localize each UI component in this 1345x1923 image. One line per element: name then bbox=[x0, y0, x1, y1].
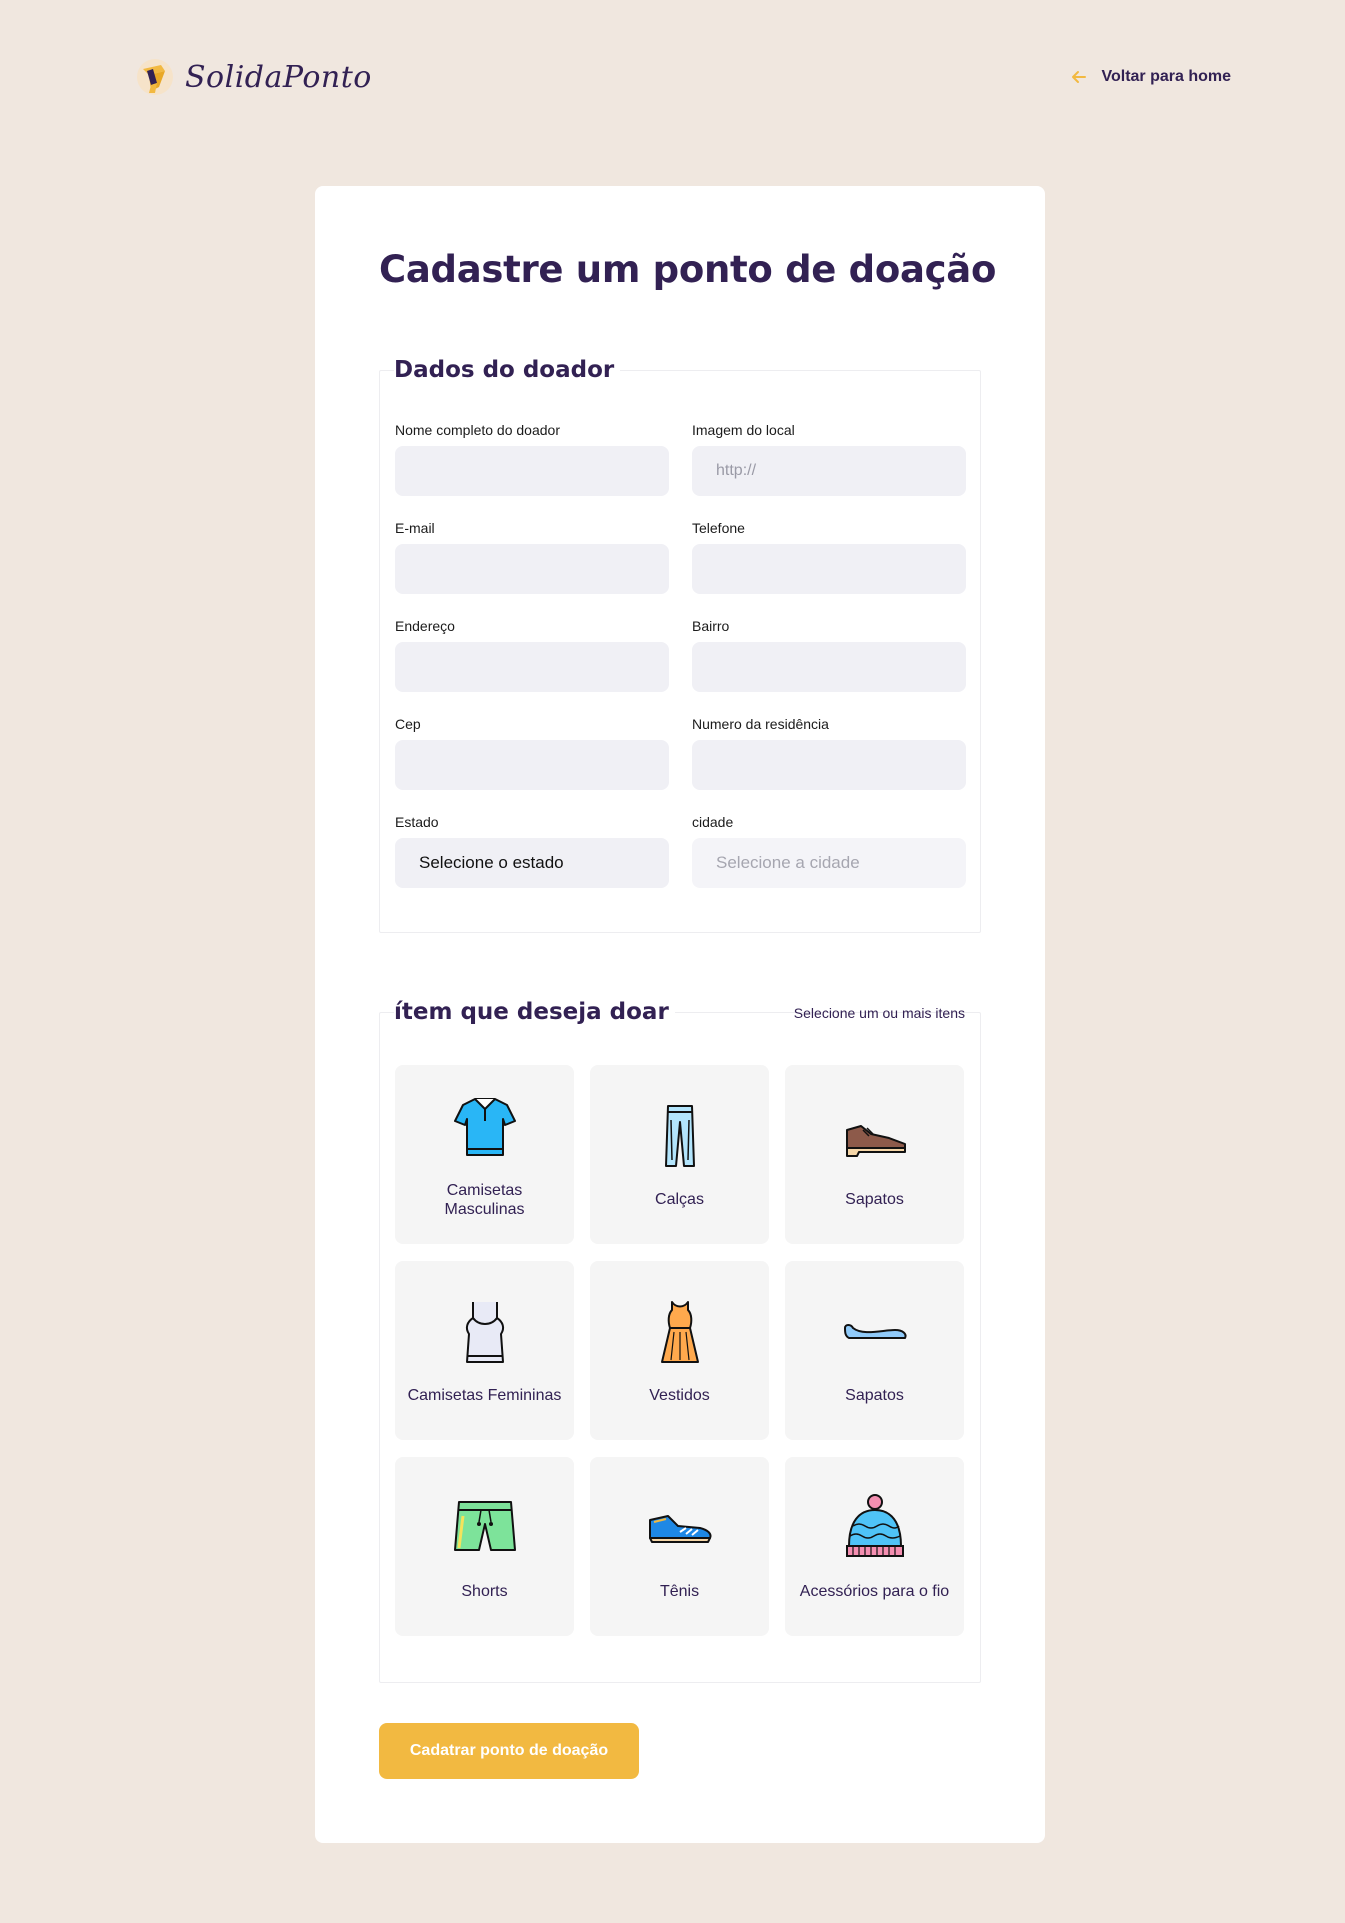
logo[interactable]: SolidaPonto bbox=[135, 57, 372, 97]
state-label: Estado bbox=[395, 814, 439, 830]
zip-input[interactable] bbox=[395, 740, 669, 790]
item-tile-knit-accessories[interactable]: Acessórios para o fio bbox=[785, 1457, 964, 1636]
beanie-icon bbox=[845, 1494, 904, 1557]
state-field-group: Estado Selecione o estado bbox=[395, 814, 669, 888]
item-label: Vestidos bbox=[649, 1387, 710, 1404]
email-field-group: E-mail bbox=[395, 520, 669, 594]
item-label: Acessórios para o fio bbox=[799, 1583, 950, 1600]
back-link-label: Voltar para home bbox=[1101, 68, 1231, 85]
house-number-input[interactable] bbox=[692, 740, 966, 790]
district-input[interactable] bbox=[692, 642, 966, 692]
item-tile-pants[interactable]: Calças bbox=[590, 1065, 769, 1244]
donation-items-section: ítem que deseja doar Selecione um ou mai… bbox=[379, 999, 981, 1683]
district-field-group: Bairro bbox=[692, 618, 966, 692]
zip-label: Cep bbox=[395, 716, 421, 732]
item-label: Camisetas Masculinas bbox=[444, 1181, 525, 1218]
address-input[interactable] bbox=[395, 642, 669, 692]
item-label: Sapatos bbox=[845, 1387, 904, 1404]
item-tile-flat-shoes[interactable]: Sapatos bbox=[785, 1261, 964, 1440]
item-tile-dresses[interactable]: Vestidos bbox=[590, 1261, 769, 1440]
image-url-input[interactable]: http:// bbox=[692, 446, 966, 496]
items-section-title: ítem que deseja doar bbox=[394, 999, 675, 1025]
arrow-left-icon bbox=[1072, 71, 1087, 83]
district-label: Bairro bbox=[692, 618, 730, 634]
items-hint: Selecione um ou mais itens bbox=[793, 1005, 965, 1021]
dress-shoe-icon bbox=[845, 1125, 906, 1157]
item-label: Camisetas Femininas bbox=[407, 1387, 562, 1404]
email-input[interactable] bbox=[395, 544, 669, 594]
items-grid: Camisetas Masculinas Calças Sapatos Cami… bbox=[395, 1065, 964, 1636]
item-tile-shoes[interactable]: Sapatos bbox=[785, 1065, 964, 1244]
tank-top-icon bbox=[465, 1302, 504, 1363]
city-field-group: cidade Selecione a cidade bbox=[692, 814, 966, 888]
image-label: Imagem do local bbox=[692, 422, 795, 438]
city-label: cidade bbox=[692, 814, 734, 830]
phone-label: Telefone bbox=[692, 520, 745, 536]
scarf-logo-icon bbox=[137, 59, 173, 95]
item-tile-women-shirts[interactable]: Camisetas Femininas bbox=[395, 1261, 574, 1440]
image-field-group: Imagem do local http:// bbox=[692, 422, 966, 496]
phone-field-group: Telefone bbox=[692, 520, 966, 594]
item-tile-sneakers[interactable]: Tênis bbox=[590, 1457, 769, 1636]
name-label: Nome completo do doador bbox=[395, 422, 560, 438]
flat-shoe-icon bbox=[843, 1324, 906, 1339]
item-tile-men-shirts[interactable]: Camisetas Masculinas bbox=[395, 1065, 574, 1244]
item-tile-shorts[interactable]: Shorts bbox=[395, 1457, 574, 1636]
item-label: Tênis bbox=[659, 1583, 700, 1600]
donor-section-title: Dados do doador bbox=[394, 357, 621, 383]
house-number-field-group: Numero da residência bbox=[692, 716, 966, 790]
house-number-label: Numero da residência bbox=[692, 716, 829, 732]
city-select[interactable]: Selecione a cidade bbox=[692, 838, 966, 888]
address-field-group: Endereço bbox=[395, 618, 669, 692]
polo-shirt-icon bbox=[453, 1097, 516, 1156]
page-title: Cadastre um ponto de doação bbox=[379, 248, 997, 291]
pants-icon bbox=[664, 1105, 695, 1167]
register-point-button[interactable]: Cadatrar ponto de doação bbox=[379, 1723, 639, 1779]
email-label: E-mail bbox=[395, 520, 435, 536]
state-select[interactable]: Selecione o estado bbox=[395, 838, 669, 888]
name-field-group: Nome completo do doador bbox=[395, 422, 669, 496]
donor-data-section: Dados do doador Nome completo do doador … bbox=[379, 357, 981, 933]
phone-input[interactable] bbox=[692, 544, 966, 594]
back-to-home-link[interactable]: Voltar para home bbox=[1069, 67, 1231, 87]
dress-icon bbox=[660, 1301, 699, 1363]
sneaker-icon bbox=[648, 1515, 711, 1543]
zip-field-group: Cep bbox=[395, 716, 669, 790]
name-input[interactable] bbox=[395, 446, 669, 496]
registration-card: Cadastre um ponto de doação Dados do doa… bbox=[315, 186, 1045, 1843]
shorts-icon bbox=[453, 1501, 516, 1551]
item-label: Sapatos bbox=[845, 1191, 904, 1208]
logo-text: SolidaPonto bbox=[185, 59, 372, 95]
top-header: SolidaPonto Voltar para home bbox=[135, 55, 1231, 99]
item-label: Calças bbox=[655, 1191, 704, 1208]
item-label: Shorts bbox=[461, 1583, 508, 1600]
address-label: Endereço bbox=[395, 618, 455, 634]
